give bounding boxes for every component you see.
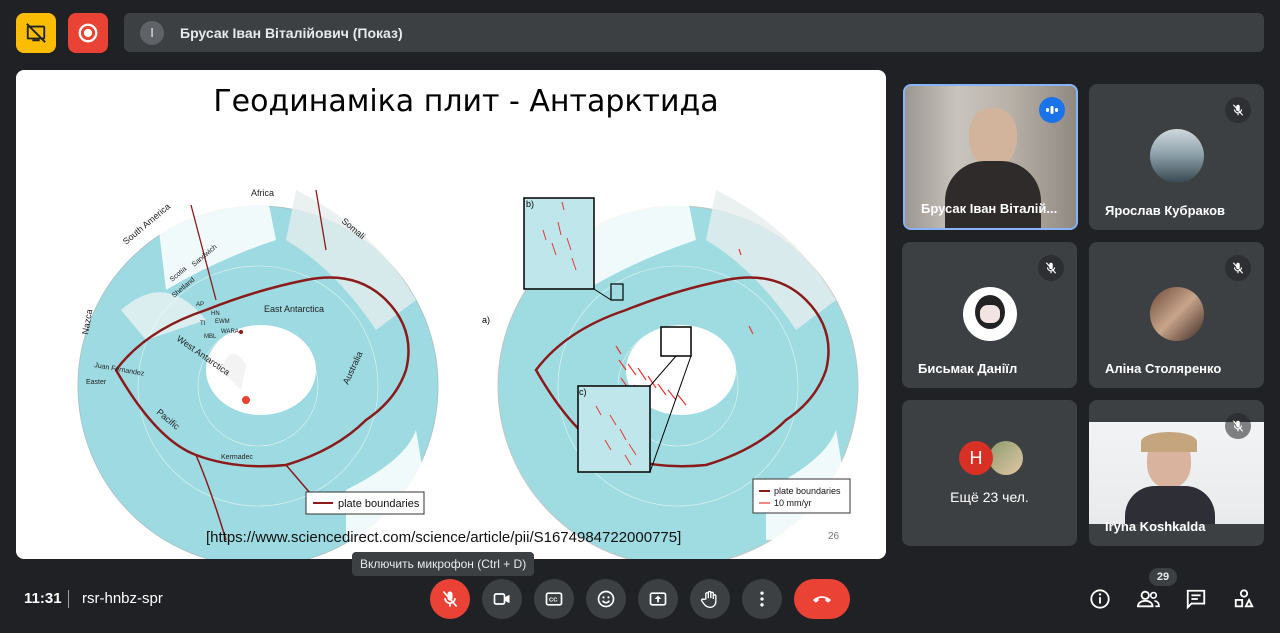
participant-tile-yaroslav[interactable]: Ярослав Кубраков [1089,84,1264,230]
chat-icon[interactable] [1184,587,1208,611]
camera-button[interactable] [482,579,522,619]
participant-tile-bysmak[interactable]: Бисьмак Даніїл [902,242,1077,388]
mic-off-icon [1225,97,1251,123]
shared-slide: Геодинаміка плит - Антарктида Africa Som… [16,70,886,559]
map-label-ap: AP [196,302,204,308]
divider [68,590,69,608]
captions-button[interactable]: CC [534,579,574,619]
mic-off-icon [1225,413,1251,439]
participant-tile-iryna[interactable]: Iryna Koshkalda [1089,400,1264,546]
mic-off-icon [1038,255,1064,281]
mic-off-icon [1225,255,1251,281]
presenter-bar: І Брусак Іван Віталійович (Показ) [124,13,1264,52]
avatar [989,441,1023,475]
reactions-button[interactable] [586,579,626,619]
people-icon[interactable] [1136,587,1160,611]
panel-b-label: b) [526,199,534,209]
participant-name: Брусак Іван Віталій... [921,201,1058,216]
map-label-kermadec: Kermadec [221,454,253,461]
present-screen-button[interactable] [638,579,678,619]
participant-tile-alina[interactable]: Аліна Столяренко [1089,242,1264,388]
presenter-face [969,108,1017,166]
slide-maps: Africa Somali South America Scotia Sandw… [77,188,859,559]
avatar [963,287,1017,341]
right-map-legend: plate boundaries 10 mm/yr [752,478,851,514]
presenter-name: Брусак Іван Віталійович (Показ) [180,24,403,41]
participant-tile-presenter[interactable]: Брусак Іван Віталій... [903,84,1078,230]
participant-name: Аліна Столяренко [1105,361,1222,376]
speaking-icon [1039,97,1065,123]
participant-name: Iryna Koshkalda [1105,519,1206,534]
activities-icon[interactable] [1232,587,1256,611]
left-legend-label: plate boundaries [338,498,420,510]
more-options-button[interactable] [742,579,782,619]
mic-toggle-button[interactable] [430,579,470,619]
presenter-body [945,161,1041,228]
panel-c-label: c) [579,387,587,397]
left-polar-map: Africa Somali South America Scotia Sandw… [77,188,439,559]
meeting-code: rsr-hnbz-spr [82,590,163,607]
bottom-bar: 11:31 rsr-hnbz-spr CC 29 [0,568,1280,633]
more-participants-label: Ещё 23 чел. [950,489,1029,505]
hide-presenting-icon[interactable] [16,13,56,53]
map-label-east-antarctica: East Antarctica [264,304,324,314]
right-polar-map: b) c) a) plate boundaries 10 mm/yr [482,189,859,559]
panel-a-label: a) [482,315,490,325]
svg-text:CC: CC [549,598,558,604]
map-label-wara: WARA [221,329,239,335]
map-label-easter: Easter [86,379,107,386]
map-label-hn: HN [211,311,220,317]
top-bar: І Брусак Іван Віталійович (Показ) [16,13,1264,53]
leave-call-button[interactable] [794,579,850,619]
map-label-tl: TI [200,321,206,327]
participant-name: Бисьмак Даніїл [918,361,1018,376]
raise-hand-button[interactable] [690,579,730,619]
avatar [1150,129,1204,183]
participant-name: Ярослав Кубраков [1105,203,1226,218]
slide-page-number: 26 [828,531,840,542]
map-label-mbl: MBL [204,334,217,340]
left-map-legend: plate boundaries [305,491,425,515]
avatar-letter: Н [959,441,993,475]
participant-count-badge: 29 [1149,568,1177,586]
right-legend-velocity: 10 mm/yr [774,498,812,508]
slide-source-url: [https://www.sciencedirect.com/science/a… [206,529,682,546]
map-label-ewm: EWM [215,319,230,325]
presenter-avatar: І [140,20,164,45]
clock: 11:31 [24,590,62,607]
recording-icon[interactable] [68,13,108,53]
meeting-info-icon[interactable] [1088,587,1112,611]
right-legend-boundaries: plate boundaries [774,486,841,496]
map-label-africa: Africa [251,188,274,198]
participant-tile-others[interactable]: Н Ещё 23 чел. [902,400,1077,546]
avatar [1150,287,1204,341]
